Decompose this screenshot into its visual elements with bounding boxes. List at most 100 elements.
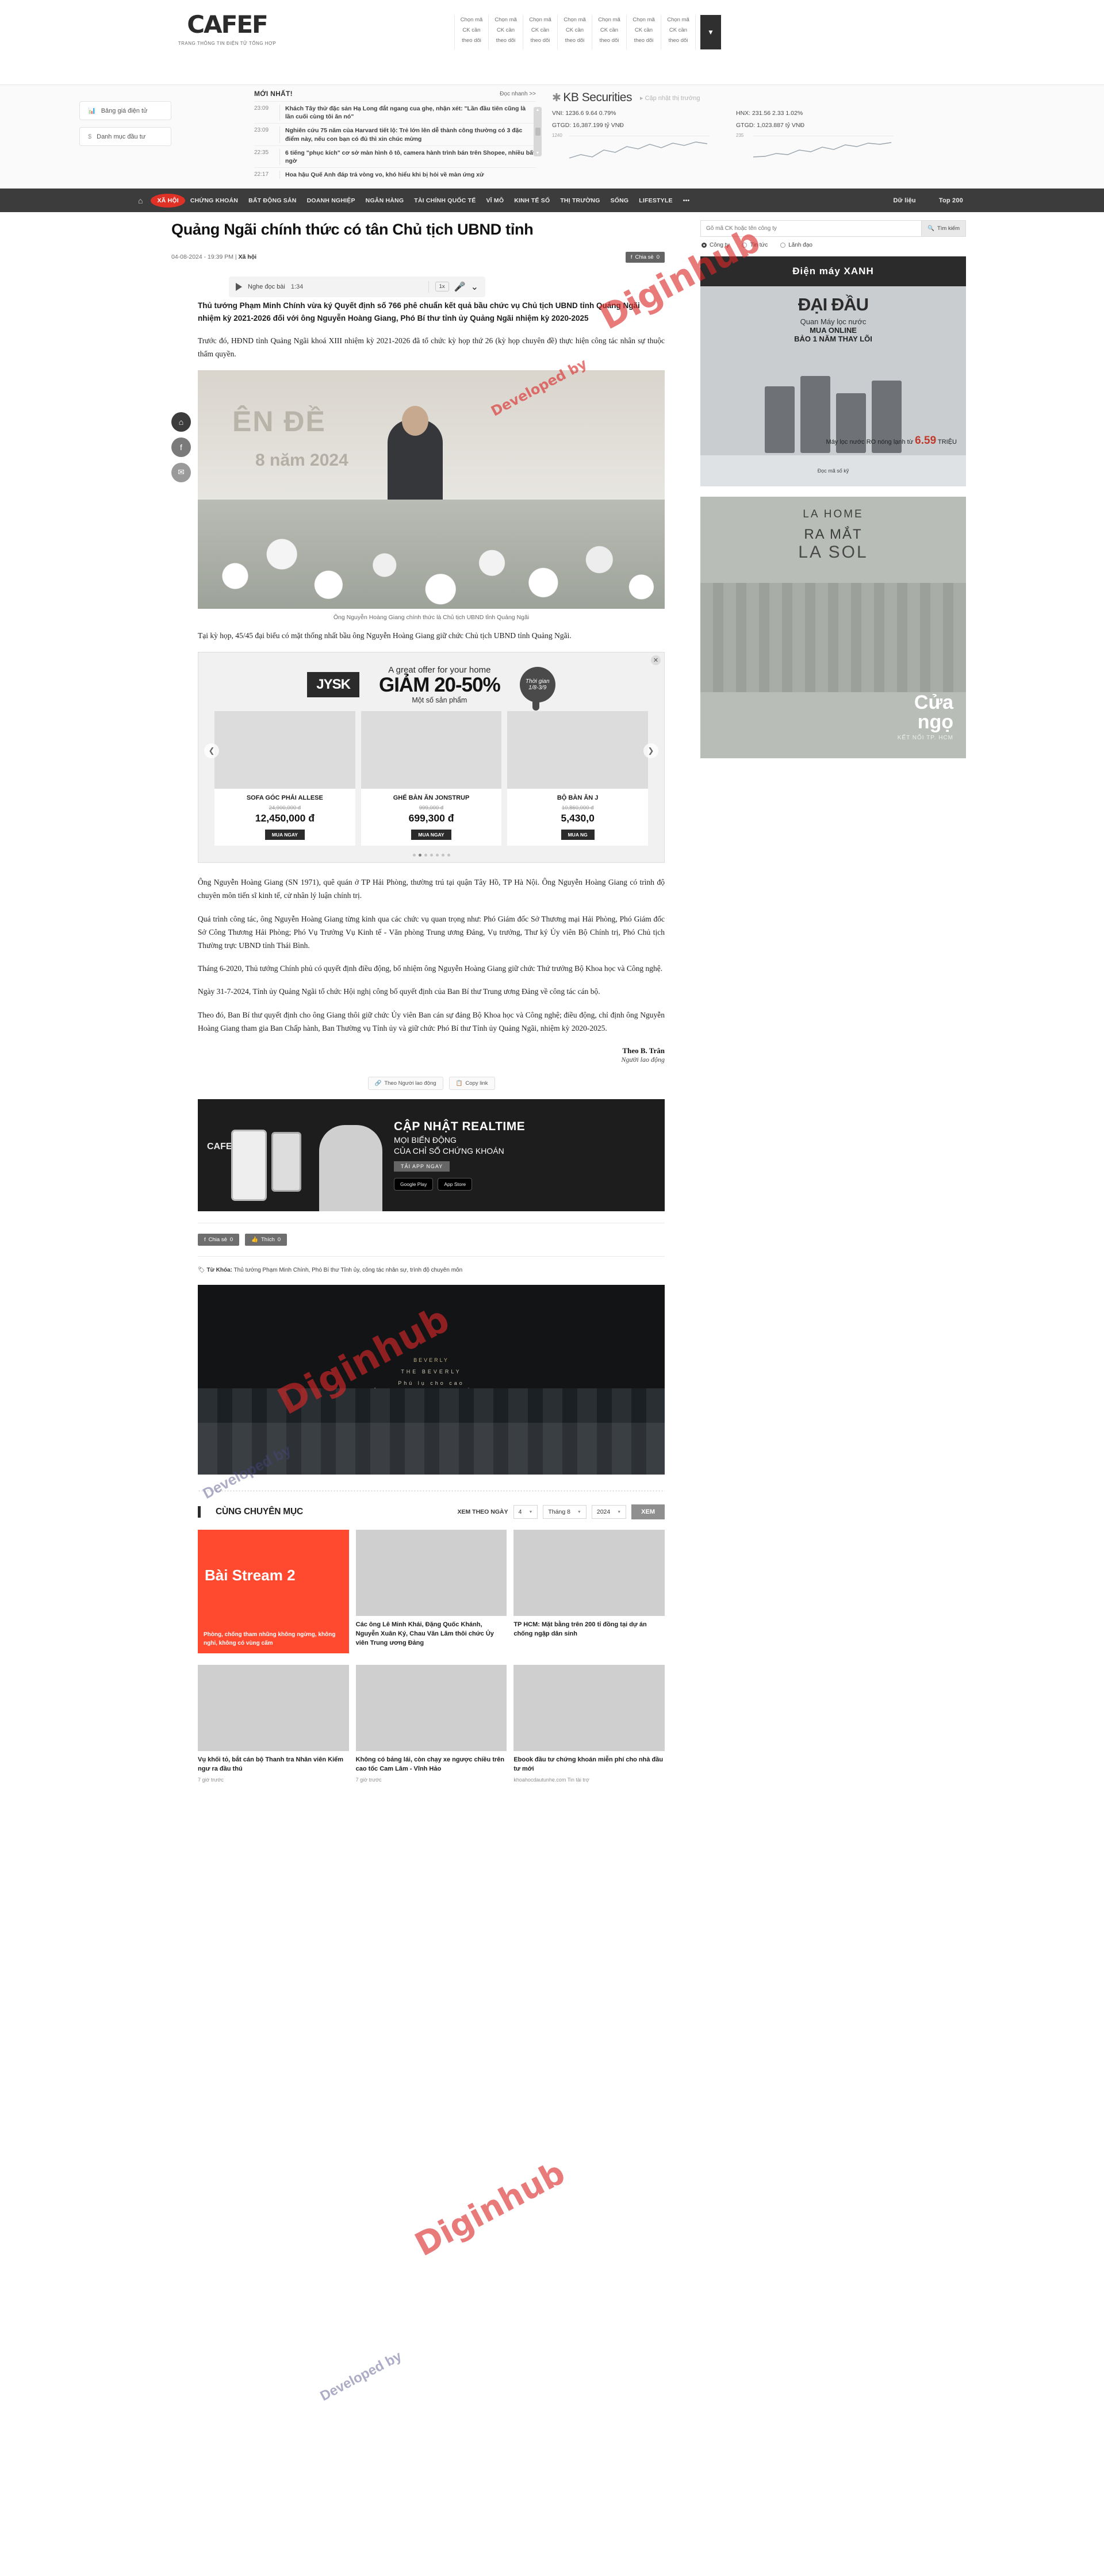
carousel-dot[interactable]	[424, 854, 427, 857]
ticker-slot[interactable]: Chọn mã CK cần theo dõi	[489, 15, 523, 49]
playback-speed-button[interactable]: 1x	[435, 282, 449, 292]
card-title[interactable]: TP HCM: Mặt bằng trên 200 tỉ đồng tại dự…	[513, 1616, 665, 1639]
play-icon[interactable]	[236, 282, 242, 291]
view-button[interactable]: XEM	[631, 1504, 665, 1520]
news-item[interactable]: 23:09 Khách Tây thử đặc sản Hạ Long đắt …	[254, 101, 536, 123]
tags-list[interactable]: Thủ tướng Phạm Minh Chính, Phó Bí thư Tỉ…	[234, 1267, 463, 1273]
buy-now-button[interactable]: MUA NGAY	[264, 830, 305, 840]
news-item[interactable]: 22:17 Hoa hậu Quế Anh đáp trả vòng vo, k…	[254, 167, 536, 181]
ticker-slot[interactable]: Chọn mã CK cần theo dõi	[454, 15, 489, 49]
related-card[interactable]: Vụ khối tỏ, bắt cán bộ Thanh tra Nhân vi…	[198, 1665, 349, 1783]
carousel-dot[interactable]	[447, 854, 450, 857]
card-title[interactable]: Các ông Lê Minh Khái, Đặng Quốc Khánh, N…	[356, 1616, 507, 1648]
nav-item-bat-dong-san[interactable]: BẤT ĐỘNG SẢN	[243, 197, 301, 204]
news-scrollbar[interactable]: ▲ ▼	[534, 107, 542, 156]
ticker-slot[interactable]: Chọn mã CK cần theo dõi	[558, 15, 592, 49]
chevron-down-icon[interactable]: ▼	[700, 15, 721, 49]
news-headline[interactable]: Hoa hậu Quế Anh đáp trả vòng vo, khó hiể…	[279, 171, 484, 179]
facebook-share-button[interactable]: f Chia sẻ 0	[198, 1234, 240, 1246]
market-update-link[interactable]: ▸ Cập nhật thị trường	[640, 94, 700, 102]
app-store-badge[interactable]: App Store	[438, 1178, 473, 1191]
microphone-icon[interactable]: 🎤	[454, 281, 466, 293]
news-item[interactable]: 22:35 6 tiếng "phục kích" cơ sở màn hình…	[254, 145, 536, 167]
facebook-icon[interactable]: f	[171, 437, 191, 457]
nav-item-xa-hoi[interactable]: XÃ HỘI	[151, 193, 185, 208]
nav-item-lifestyle[interactable]: LIFESTYLE	[634, 197, 677, 204]
related-card[interactable]: Các ông Lê Minh Khái, Đặng Quốc Khánh, N…	[355, 1530, 507, 1653]
related-card[interactable]: TP HCM: Mặt bằng trên 200 tỉ đồng tại dự…	[513, 1530, 665, 1653]
nav-item-thi-truong[interactable]: THỊ TRƯỜNG	[555, 197, 605, 204]
card-title[interactable]: Vụ khối tỏ, bắt cán bộ Thanh tra Nhân vi…	[198, 1751, 349, 1774]
chevron-down-icon[interactable]: ▼	[536, 151, 540, 155]
facebook-share-button[interactable]: f Chia sẻ 0	[625, 251, 665, 263]
price-board-button[interactable]: 📊 Bảng giá điện tử	[79, 101, 171, 120]
nav-item-doanh-nghiep[interactable]: DOANH NGHIỆP	[302, 197, 361, 204]
day-select[interactable]: 4 ▼	[513, 1505, 538, 1519]
dienmayxanh-ad[interactable]: Điện máy XANH ĐẠI ĐẦU Quan Máy lọc nước …	[700, 256, 966, 486]
article-category[interactable]: Xã hội	[239, 254, 257, 260]
audio-player[interactable]: Nghe đọc bài 1:34 1x 🎤 ⌄	[229, 276, 485, 297]
card-title[interactable]: Ebook đầu tư chứng khoán miễn phí cho nh…	[513, 1751, 665, 1774]
news-headline[interactable]: Nghiên cứu 75 năm của Harvard tiết lộ: T…	[279, 126, 536, 143]
radio-icon[interactable]	[702, 243, 707, 248]
search-button[interactable]: 🔍 Tìm kiếm	[921, 221, 965, 236]
chevron-left-icon[interactable]: ❮	[204, 743, 219, 759]
nav-item-du-lieu[interactable]: Dữ liệu	[888, 197, 921, 204]
like-button[interactable]: 👍 Thích 0	[245, 1234, 288, 1246]
nav-item-chung-khoan[interactable]: CHỨNG KHOÁN	[185, 197, 243, 204]
lahome-ad[interactable]: LA HOME RA MẮT LA SOL Cửa ngọ KẾT NỐI TP…	[700, 497, 966, 758]
scrollbar-thumb[interactable]	[535, 128, 540, 136]
cafef-app-ad[interactable]: CAFEF CẬP NHẬT REALTIME MỌI BIẾN ĐỘNG CỦ…	[198, 1099, 665, 1212]
nav-item-vi-mo[interactable]: VĨ MÔ	[481, 197, 509, 204]
chevron-down-icon[interactable]: ⌄	[471, 281, 478, 293]
ticker-slot[interactable]: Chọn mã CK cần theo dõi	[627, 15, 661, 49]
beverly-ad-banner[interactable]: BEVERLY THE BEVERLY Phú lụ cho cao SỐNG …	[198, 1285, 665, 1475]
carousel-dot[interactable]	[412, 854, 416, 857]
portfolio-button[interactable]: $ Danh mục đầu tư	[79, 127, 171, 146]
card-title[interactable]: Không có bảng lái, còn chạy xe ngược chi…	[356, 1751, 507, 1774]
radio-icon[interactable]	[742, 243, 747, 248]
news-headline[interactable]: Khách Tây thử đặc sản Hạ Long đắt ngang …	[279, 105, 536, 121]
nav-item-kinh-te-so[interactable]: KINH TẾ SỐ	[509, 197, 555, 204]
home-icon[interactable]: ⌂	[171, 412, 191, 432]
nav-item-ngan-hang[interactable]: NGÂN HÀNG	[361, 197, 409, 204]
nav-item-tai-chinh-quoc-te[interactable]: TÀI CHÍNH QUỐC TẾ	[409, 197, 481, 204]
quick-read-link[interactable]: Đọc nhanh >>	[500, 91, 536, 97]
copy-link-button[interactable]: 📋 Copy link	[448, 1077, 495, 1091]
ticker-slot[interactable]: Chọn mã CK cần theo dõi	[592, 15, 627, 49]
news-headline[interactable]: 6 tiếng "phục kích" cơ sở màn hình ô tô,…	[279, 148, 536, 166]
product-card[interactable]: SOFA GÓC PHẢI ALLESE 24,900,000 đ 12,450…	[214, 711, 355, 846]
product-card[interactable]: BỘ BÀN ĂN J 10,860,000 đ 5,430,0 MUA NG	[507, 711, 649, 846]
nav-item-song[interactable]: SỐNG	[605, 197, 634, 204]
mail-icon[interactable]: ✉	[171, 462, 191, 482]
month-select[interactable]: Tháng 8 ▼	[543, 1505, 586, 1519]
carousel-dot[interactable]	[430, 854, 433, 857]
buy-now-button[interactable]: MUA NG	[561, 830, 595, 840]
news-item[interactable]: 23:09 Nghiên cứu 75 năm của Harvard tiết…	[254, 123, 536, 145]
nav-item-top200[interactable]: Top 200	[934, 197, 968, 204]
source-link-button[interactable]: 🔗 Theo Người lao động	[367, 1077, 443, 1091]
radio-leader[interactable]: Lãnh đạo	[780, 242, 812, 248]
jysk-ad-banner[interactable]: ✕ JYSK A great offer for your home GIẢM …	[198, 652, 665, 863]
home-icon[interactable]: ⌂	[138, 196, 143, 205]
radio-news[interactable]: Tin tức	[742, 242, 768, 248]
carousel-dot-active[interactable]	[418, 854, 421, 857]
chevron-up-icon[interactable]: ▲	[536, 108, 540, 112]
related-card[interactable]: Ebook đầu tư chứng khoán miễn phí cho nh…	[513, 1665, 665, 1783]
carousel-dot[interactable]	[441, 854, 444, 857]
search-input[interactable]	[701, 221, 922, 236]
download-app-button[interactable]: TẢI APP NGAY	[394, 1161, 450, 1172]
product-card[interactable]: GHẾ BÀN ĂN JONSTRUP 999,000 đ 699,300 đ …	[361, 711, 502, 846]
buy-now-button[interactable]: MUA NGAY	[411, 830, 451, 840]
carousel-dot[interactable]	[435, 854, 439, 857]
stock-search-box[interactable]: 🔍 Tìm kiếm	[700, 220, 966, 237]
radio-company[interactable]: Công ty	[702, 242, 729, 248]
year-select[interactable]: 2024 ▼	[591, 1505, 627, 1519]
related-card[interactable]: Không có bảng lái, còn chạy xe ngược chi…	[355, 1665, 507, 1783]
ticker-slot[interactable]: Chọn mã CK cần theo dõi	[661, 15, 696, 49]
ticker-slot[interactable]: Chọn mã CK cần theo dõi	[523, 15, 558, 49]
google-play-badge[interactable]: Google Play	[394, 1178, 434, 1191]
radio-icon[interactable]	[780, 243, 786, 248]
carousel-dots[interactable]	[198, 850, 664, 862]
site-logo[interactable]: CAFEF TRANG THÔNG TIN ĐIỆN TỬ TỔNG HỢP	[175, 13, 279, 47]
